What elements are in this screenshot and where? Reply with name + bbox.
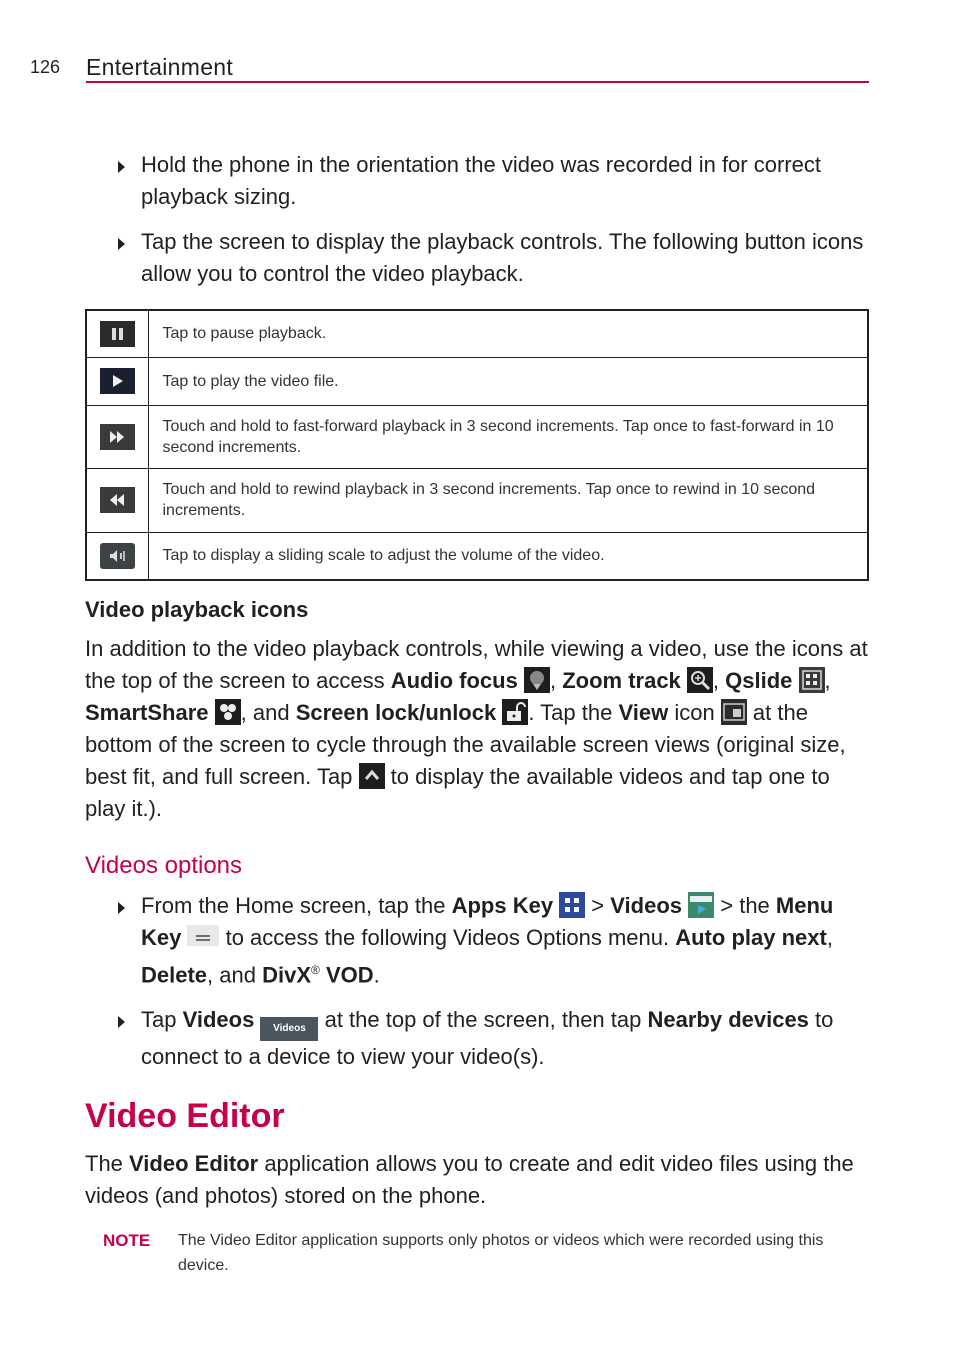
note-block: NOTE The Video Editor application suppor… xyxy=(103,1228,863,1278)
smartshare-icon xyxy=(214,699,241,725)
screen-lock-icon xyxy=(502,699,529,725)
section-title: Entertainment xyxy=(86,54,234,80)
pause-icon xyxy=(99,320,135,347)
videos-options-bullets: From the Home screen, tap the Apps Key >… xyxy=(118,890,868,1086)
audio-focus-icon xyxy=(523,667,550,693)
videos-label: Videos xyxy=(610,893,683,918)
fast-forward-icon xyxy=(99,423,135,450)
smartshare-label: SmartShare xyxy=(85,700,209,725)
table-row: Tap to play the video file. xyxy=(85,356,869,406)
bullet-arrow-icon xyxy=(118,238,125,250)
playback-icons-paragraph: In addition to the video playback contro… xyxy=(85,636,868,821)
bullet-arrow-icon xyxy=(118,1016,125,1029)
table-cell-text: Tap to display a sliding scale to adjust… xyxy=(147,531,869,581)
table-cell-text: Tap to play the video file. xyxy=(147,356,869,406)
videos-app-icon xyxy=(688,892,715,918)
auto-play-next-label: Auto play next xyxy=(675,925,827,950)
video-editor-heading: Video Editor xyxy=(85,1097,285,1135)
bullet-arrow-icon xyxy=(118,161,125,173)
apps-key-label: Apps Key xyxy=(451,893,554,918)
table-cell-text: Touch and hold to rewind playback in 3 s… xyxy=(147,467,869,533)
bullet-item: From the Home screen, tap the Apps Key >… xyxy=(118,890,868,991)
apps-key-icon xyxy=(559,892,586,918)
screen-lock-label: Screen lock/unlock xyxy=(295,700,497,725)
table-cell-text: Tap to pause playback. xyxy=(147,309,869,358)
videos-options-heading: Videos options xyxy=(85,852,243,879)
table-row: Touch and hold to rewind playback in 3 s… xyxy=(85,467,869,533)
videos-tab-label: Videos xyxy=(182,1007,255,1033)
play-icon xyxy=(99,368,135,394)
view-icon xyxy=(720,699,747,725)
zoom-track-icon xyxy=(686,667,713,693)
rewind-icon xyxy=(99,487,135,513)
zoom-track-label: Zoom track xyxy=(562,668,681,693)
table-row: Tap to pause playback. xyxy=(85,309,869,358)
delete-label: Delete xyxy=(141,962,208,988)
bullet-item: Hold the phone in the orientation the vi… xyxy=(118,149,868,213)
page-number: 126 xyxy=(30,57,61,77)
note-text: The Video Editor application supports on… xyxy=(178,1232,824,1274)
divx-label: DivX xyxy=(262,962,312,988)
intro-bullets: Hold the phone in the orientation the vi… xyxy=(118,149,868,303)
videos-tab-icon: Videos xyxy=(260,1017,319,1042)
view-label: View xyxy=(618,700,669,725)
bullet-item: Tap Videos Videos at the top of the scre… xyxy=(118,1004,868,1073)
bullet-arrow-icon xyxy=(118,902,125,914)
section-header: Entertainment xyxy=(86,54,869,83)
qslide-label: Qslide xyxy=(725,668,793,693)
chevron-up-icon xyxy=(358,763,385,789)
qslide-icon xyxy=(798,667,825,693)
volume-icon xyxy=(99,542,135,569)
note-label: NOTE xyxy=(103,1231,151,1250)
audio-focus-label: Audio focus xyxy=(390,668,518,693)
video-editor-paragraph: The Video Editor application allows you … xyxy=(85,1151,854,1208)
table-row: Touch and hold to fast-forward playback … xyxy=(85,404,869,469)
table-row: Tap to display a sliding scale to adjust… xyxy=(85,531,869,581)
playback-controls-table: Tap to pause playback. Tap to play the v… xyxy=(85,309,869,581)
table-cell-text: Touch and hold to fast-forward playback … xyxy=(147,404,869,469)
video-playback-icons-heading: Video playback icons xyxy=(85,597,309,622)
bullet-item: Tap the screen to display the playback c… xyxy=(118,226,868,290)
nearby-devices-label: Nearby devices xyxy=(647,1007,809,1033)
menu-key-icon xyxy=(187,925,220,946)
